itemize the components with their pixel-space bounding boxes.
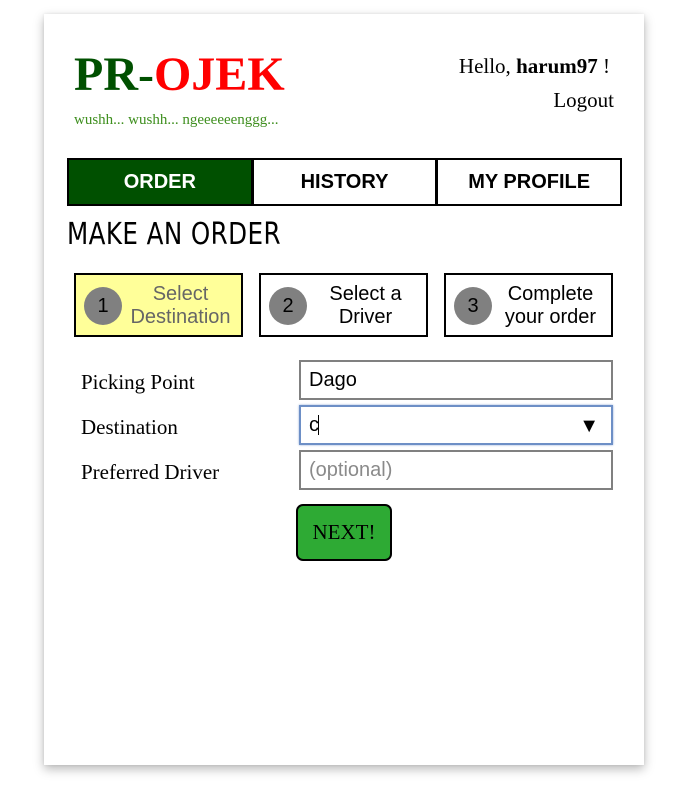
tab-my-profile[interactable]: MY PROFILE (436, 158, 623, 206)
nav-tabs: ORDER HISTORY MY PROFILE (67, 158, 623, 206)
step-label-line1: Select a (329, 283, 402, 305)
next-button[interactable]: NEXT! (296, 504, 392, 561)
text-cursor (318, 415, 319, 435)
step-label-line1: Complete (507, 283, 594, 305)
main-card: PR-OJEK wushh... wushh... ngeeeeeenggg..… (44, 14, 644, 765)
step-select-destination: 1 Select Destination (74, 273, 243, 337)
destination-label: Destination (81, 415, 178, 439)
dropdown-arrow-icon[interactable]: ▼ (579, 415, 599, 438)
tab-history[interactable]: HISTORY (251, 158, 438, 206)
tab-order[interactable]: ORDER (67, 158, 253, 206)
step-label: Complete your order (496, 283, 605, 329)
step-label: Select Destination (126, 283, 235, 329)
picking-point-label: Picking Point (81, 370, 195, 394)
step-label-line1: Select (152, 283, 209, 305)
destination-select[interactable]: c ▼ (299, 405, 613, 445)
step-select-driver: 2 Select a Driver (259, 273, 428, 337)
step-complete-order: 3 Complete your order (444, 273, 613, 337)
logout-link[interactable]: Logout (553, 88, 614, 113)
greeting-suffix: ! (597, 54, 610, 78)
logo-pr: PR (74, 48, 138, 101)
step-number-badge: 1 (84, 287, 122, 325)
picking-point-value: Dago (309, 368, 357, 391)
logo-ojek: OJEK (153, 48, 285, 101)
step-number-badge: 3 (454, 287, 492, 325)
preferred-driver-placeholder: (optional) (309, 458, 393, 481)
order-steps: 1 Select Destination 2 Select a Driver 3… (74, 273, 614, 337)
preferred-driver-input[interactable]: (optional) (299, 450, 613, 490)
page-title: MAKE AN ORDER (67, 217, 281, 252)
username: harum97 (516, 54, 598, 78)
step-label: Select a Driver (311, 283, 420, 329)
logo: PR-OJEK (74, 50, 285, 100)
logo-dash: - (137, 48, 154, 101)
step-number-badge: 2 (269, 287, 307, 325)
tagline: wushh... wushh... ngeeeeeenggg... (74, 112, 279, 128)
step-label-line2: your order (504, 306, 597, 328)
greeting-prefix: Hello, (458, 54, 517, 78)
preferred-driver-label: Preferred Driver (81, 460, 220, 484)
step-label-line2: Destination (130, 306, 231, 328)
picking-point-input[interactable]: Dago (299, 360, 613, 400)
step-label-line2: Driver (338, 306, 393, 328)
greeting: Hello, harum97 ! (459, 54, 610, 79)
